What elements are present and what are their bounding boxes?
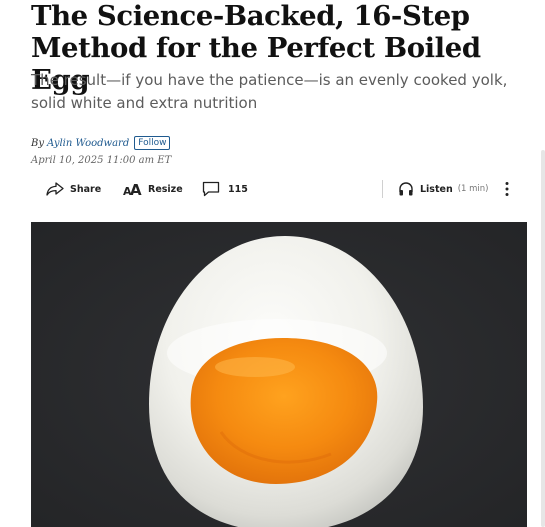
text-resize-icon: A A (123, 181, 143, 197)
headphones-icon (398, 181, 414, 197)
toolbar-divider (382, 180, 383, 198)
article-dek: The result—if you have the patience—is a… (31, 71, 508, 112)
speech-bubble-icon (202, 181, 220, 197)
resize-label: Resize (148, 183, 183, 195)
byline: By Aylin Woodward Follow (31, 135, 171, 151)
listen-button[interactable]: Listen (1 min) (398, 178, 489, 200)
more-options-button[interactable] (502, 178, 512, 200)
byline-prefix: By (31, 137, 44, 149)
resize-button[interactable]: A A Resize (123, 178, 183, 200)
publish-date: April 10, 2025 11:00 am ET (31, 155, 172, 166)
share-button[interactable]: Share (46, 178, 101, 200)
boiled-egg-image (31, 222, 527, 527)
follow-button[interactable]: Follow (134, 136, 171, 150)
vertical-ellipsis-icon (505, 181, 509, 197)
author-link[interactable]: Aylin Woodward (47, 138, 129, 149)
share-arrow-icon (46, 182, 64, 196)
article-toolbar: Share A A Resize 115 Listen (1 min) (46, 178, 526, 200)
svg-text:A: A (130, 181, 142, 197)
hero-image (31, 222, 527, 527)
article-page: The Science-Backed, 16-Step Method for t… (0, 0, 545, 527)
share-label: Share (70, 183, 102, 195)
page-scrollbar[interactable] (541, 150, 545, 527)
listen-label: Listen (420, 183, 453, 195)
listen-duration: (1 min) (457, 184, 489, 194)
comments-count: 115 (228, 183, 248, 195)
comments-button[interactable]: 115 (202, 178, 248, 200)
